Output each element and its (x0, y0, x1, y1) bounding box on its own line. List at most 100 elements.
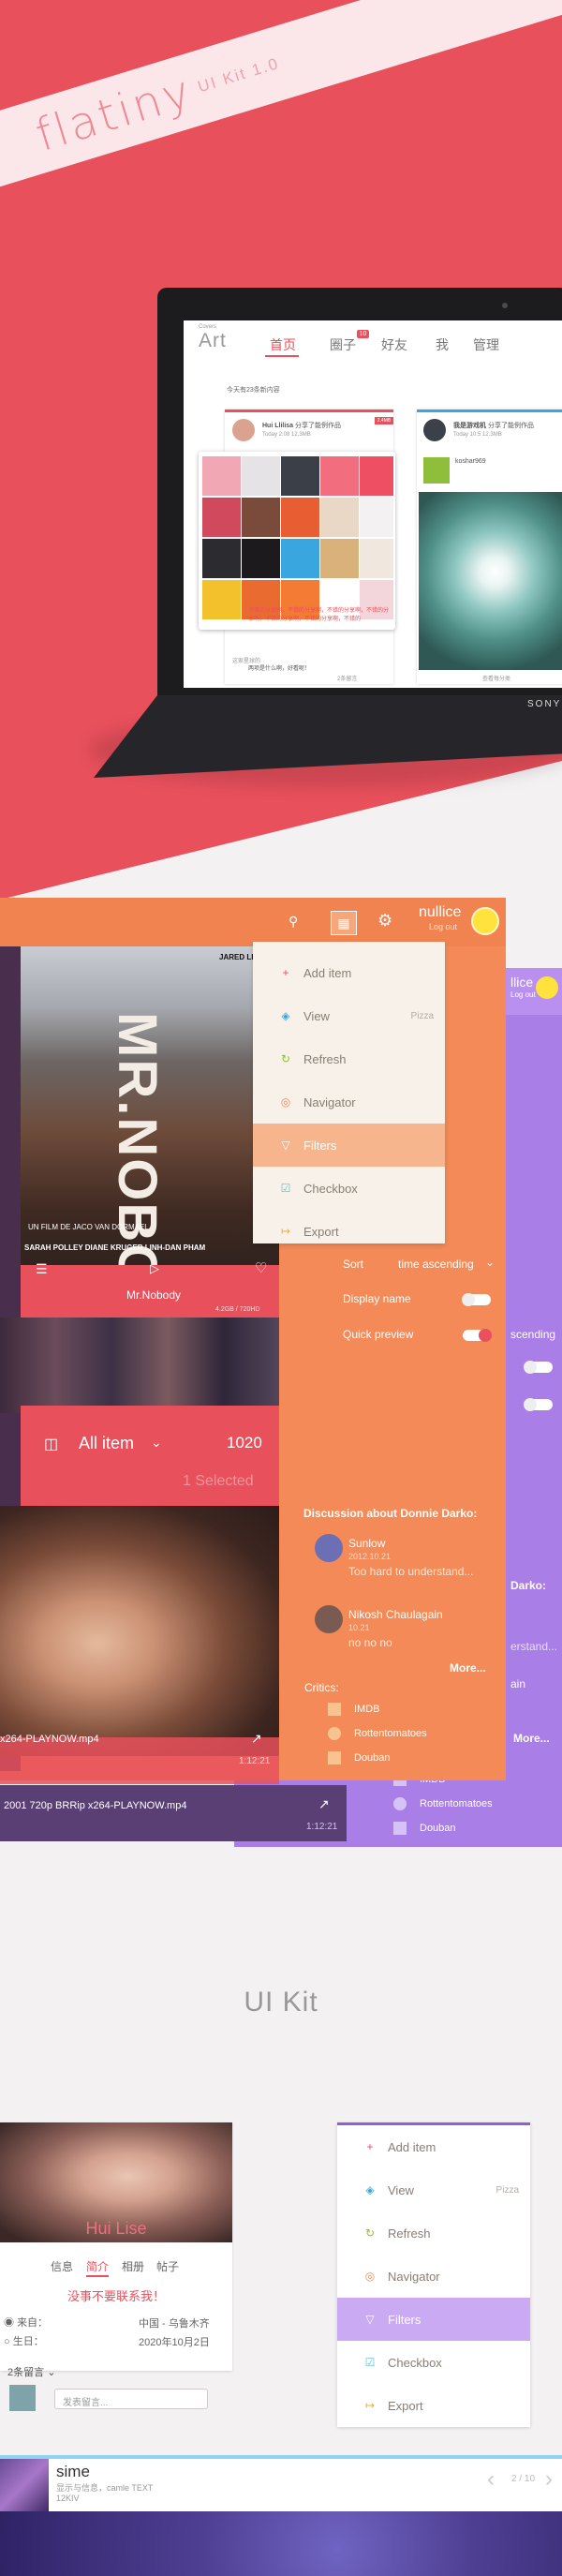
avatar[interactable] (423, 419, 446, 441)
comment-time: 2012.10.21 (348, 1552, 392, 1561)
player-subtitle-2: 12KIV (56, 2494, 80, 2503)
chevron-down-icon[interactable]: ⌄ (485, 1256, 495, 1269)
grid-tile[interactable] (202, 456, 241, 496)
thumbnail-mosaic[interactable] (0, 1318, 279, 1413)
comments-dropdown[interactable]: 2条留言 ⌄ (7, 2364, 55, 2379)
nav-friends[interactable]: 好友 (381, 335, 407, 354)
menu-item-label: Add item (388, 2139, 436, 2154)
avatar[interactable] (315, 1605, 343, 1633)
avatar[interactable] (536, 976, 558, 999)
portrait-thumbnail[interactable] (0, 1506, 279, 1756)
card-comments-count[interactable]: 2条留言 (337, 674, 357, 682)
avatar[interactable] (471, 907, 499, 935)
feed-info: 今天有23条新内容 (227, 387, 280, 394)
menu-item-checkbox[interactable]: ☑ Checkbox (253, 1167, 445, 1210)
gear-icon[interactable]: ⚙ (377, 911, 392, 931)
purple-logout[interactable]: Log out (510, 990, 536, 999)
menu-item-checkbox[interactable]: ☑ Checkbox (337, 2341, 530, 2384)
grid-tile[interactable] (242, 539, 280, 578)
tab-intro[interactable]: 简介 (86, 2258, 109, 2274)
sort-value[interactable]: time ascending (398, 1258, 474, 1271)
purple-sort-value[interactable]: scending (510, 1328, 555, 1341)
share-icon[interactable]: ↗ (318, 1796, 330, 1812)
search-icon[interactable]: ⚲ (288, 914, 298, 930)
poster-director: UN FILM DE JACO VAN DORMAEL (28, 1223, 149, 1231)
quick-preview-toggle[interactable] (463, 1329, 492, 1342)
checkbox-icon: ☑ (280, 1182, 291, 1195)
grid-tile[interactable] (360, 456, 393, 496)
avatar[interactable] (9, 2385, 36, 2411)
grid-tile[interactable] (202, 580, 241, 619)
nav-me[interactable]: 我 (436, 335, 449, 354)
chevron-down-icon[interactable]: ⌄ (151, 1435, 162, 1451)
logout-link[interactable]: Log out (429, 922, 457, 931)
menu-item-view[interactable]: ◈ View Pizza (253, 994, 445, 1037)
grid-view-icon[interactable]: ▦ (331, 911, 357, 935)
grid-tile[interactable] (320, 456, 359, 496)
purple-toggle[interactable] (524, 1361, 553, 1374)
critic-link[interactable]: Douban (354, 1752, 391, 1764)
display-name-toggle[interactable] (462, 1293, 491, 1306)
nav-circle[interactable]: 圈子 (330, 335, 356, 354)
player-thumbnail[interactable] (0, 2459, 49, 2511)
plus-icon: + (366, 2140, 374, 2153)
purple-discussion: Darko: (510, 1579, 547, 1592)
grid-tile[interactable] (242, 498, 280, 537)
card-footer[interactable]: 查看每分类 (482, 674, 510, 682)
purple-more[interactable]: More... (513, 1732, 550, 1745)
purple-critic[interactable]: Rottentomatoes (420, 1798, 493, 1809)
menu-item-refresh[interactable]: ↻ Refresh (253, 1037, 445, 1080)
menu-item-filters[interactable]: ▽ Filters (337, 2298, 530, 2341)
chevron-right-icon[interactable]: › (545, 2466, 553, 2493)
menu-icon[interactable]: ☰ (36, 1261, 48, 1277)
tab-info[interactable]: 信息 (51, 2258, 73, 2274)
grid-tile[interactable] (320, 498, 359, 537)
avatar[interactable] (232, 419, 255, 441)
file-bar[interactable] (0, 1785, 347, 1841)
menu-item-filters[interactable]: ▽ Filters (253, 1124, 445, 1167)
card-photo[interactable] (419, 492, 562, 670)
tab-album[interactable]: 相册 (122, 2258, 144, 2274)
purple-toggle[interactable] (524, 1398, 553, 1411)
chevron-down-icon: ⌄ (47, 2367, 56, 2378)
all-item-label[interactable]: All item (79, 1434, 134, 1453)
grid-tile[interactable] (281, 498, 319, 537)
comment-input[interactable]: 发表留言... (54, 2389, 208, 2409)
notification-badge: 10 (357, 330, 369, 338)
nav-home[interactable]: 首页 (270, 335, 296, 354)
grid-tile[interactable] (202, 539, 241, 578)
play-icon[interactable]: ▷ (150, 1261, 159, 1276)
grid-tile[interactable] (360, 539, 393, 578)
grid-tile[interactable] (320, 539, 359, 578)
grid-tile[interactable] (281, 539, 319, 578)
grid-tile[interactable] (242, 456, 280, 496)
menu-item-navigator[interactable]: ◎ Navigator (337, 2255, 530, 2298)
menu-item-label: View (388, 2182, 414, 2197)
menu-item-view[interactable]: ◈ View Pizza (337, 2168, 530, 2211)
all-item-panel[interactable] (21, 1406, 279, 1506)
grid-tile[interactable] (281, 456, 319, 496)
grid-tile[interactable] (360, 498, 393, 537)
export-icon: ↦ (364, 2399, 376, 2412)
tab-posts[interactable]: 帖子 (156, 2258, 179, 2274)
menu-item-refresh[interactable]: ↻ Refresh (337, 2211, 530, 2255)
grid-tile[interactable] (202, 498, 241, 537)
heart-icon[interactable]: ♡ (255, 1259, 267, 1276)
avatar[interactable] (315, 1534, 343, 1562)
menu-item-export[interactable]: ↦ Export (253, 1210, 445, 1253)
purple-critic[interactable]: Douban (420, 1823, 456, 1834)
nav-manage[interactable]: 管理 (473, 335, 499, 354)
profile-name: Hui Lise (85, 2219, 147, 2238)
menu-item-navigator[interactable]: ◎ Navigator (253, 1080, 445, 1124)
discussion-title: Discussion about Donnie Darko: (303, 1507, 478, 1520)
menu-item-export[interactable]: ↦ Export (337, 2384, 530, 2427)
share-icon[interactable]: ↗ (251, 1731, 262, 1747)
more-link[interactable]: More... (450, 1661, 486, 1675)
menu-item-add[interactable]: + Add item (337, 2125, 530, 2168)
critic-link[interactable]: Rottentomatoes (354, 1728, 427, 1739)
menu-item-label: Checkbox (303, 1181, 358, 1196)
menu-item-add[interactable]: + Add item (253, 951, 445, 994)
critic-link[interactable]: IMDB (354, 1704, 380, 1715)
sub-avatar[interactable] (423, 457, 450, 484)
chevron-left-icon[interactable]: ‹ (487, 2466, 495, 2493)
